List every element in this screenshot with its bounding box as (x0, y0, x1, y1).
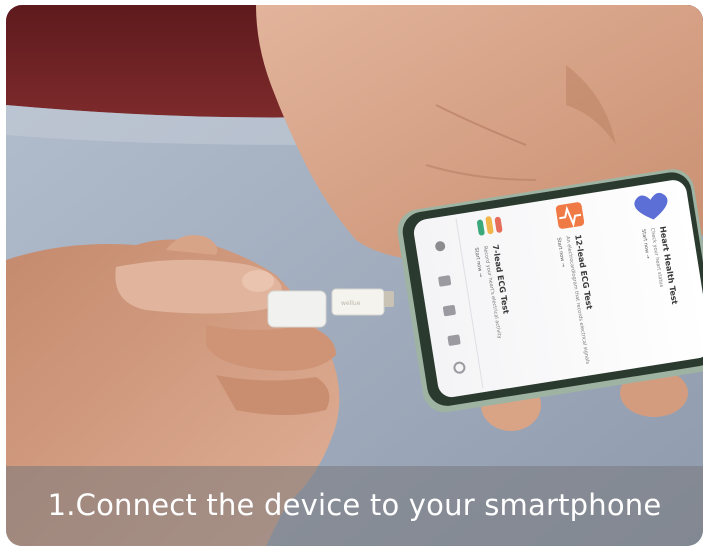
product-photo: 7-lead ECG Test Record your heart's elec… (6, 5, 703, 546)
svg-text:wellue: wellue (341, 300, 361, 307)
caption-bar: 1.Connect the device to your smartphone (6, 466, 703, 546)
photo-card: 7-lead ECG Test Record your heart's elec… (6, 5, 703, 546)
caption-text: 1.Connect the device to your smartphone (47, 488, 662, 522)
ecg-icon (555, 202, 585, 229)
